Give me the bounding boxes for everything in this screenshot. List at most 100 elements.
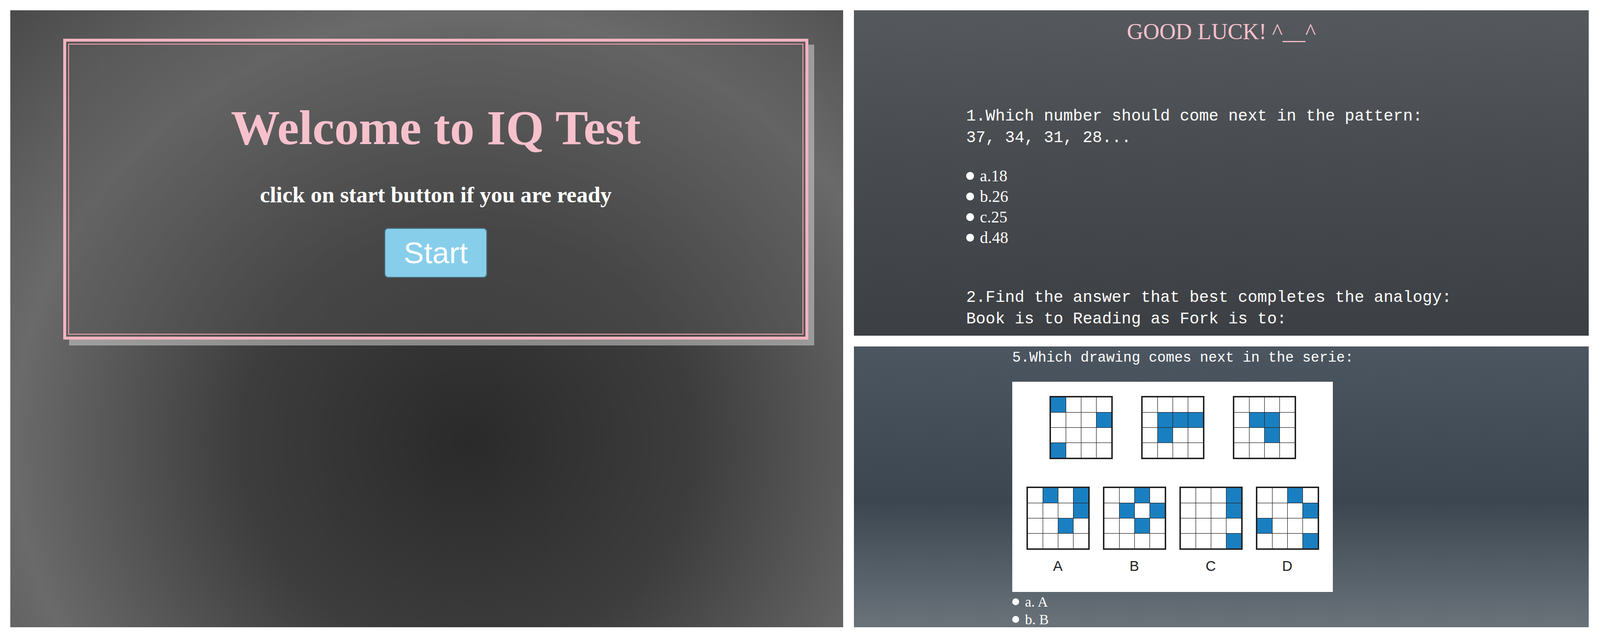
radio-dot-icon bbox=[1012, 616, 1020, 624]
empty-cell bbox=[1196, 503, 1211, 519]
empty-cell bbox=[1157, 443, 1173, 458]
empty-cell bbox=[1081, 443, 1097, 458]
option[interactable]: d.48 bbox=[966, 227, 1589, 249]
filled-cell bbox=[1150, 503, 1165, 519]
option-list: a. Ab. B bbox=[1012, 593, 1589, 628]
empty-cell bbox=[1234, 427, 1250, 443]
empty-cell bbox=[1027, 518, 1043, 534]
welcome-screen: Welcome to IQ Testclick on start button … bbox=[10, 10, 844, 628]
empty-cell bbox=[1043, 503, 1058, 519]
filled-cell bbox=[1173, 412, 1188, 428]
option[interactable]: a.18 bbox=[966, 165, 1589, 187]
welcome-title: Welcome to IQ Test bbox=[230, 99, 641, 156]
empty-cell bbox=[1279, 427, 1295, 443]
choice-label: D bbox=[1282, 557, 1293, 575]
filled-cell bbox=[1073, 503, 1089, 519]
empty-cell bbox=[1058, 488, 1074, 503]
empty-cell bbox=[1257, 503, 1273, 519]
option[interactable]: a. A bbox=[1012, 593, 1589, 611]
quiz-screen-top: GOOD LUCK! ^__^1.Which number should com… bbox=[853, 10, 1589, 336]
empty-cell bbox=[1027, 488, 1043, 503]
welcome-card: Welcome to IQ Testclick on start button … bbox=[63, 38, 809, 340]
question-text: 37, 34, 31, 28... bbox=[966, 127, 1589, 150]
filled-cell bbox=[1188, 412, 1203, 428]
empty-cell bbox=[1180, 533, 1196, 549]
empty-cell bbox=[1050, 427, 1066, 443]
empty-cell bbox=[1104, 518, 1120, 534]
empty-cell bbox=[1272, 503, 1288, 519]
empty-cell bbox=[1081, 427, 1097, 443]
question: 2.Find the answer that best completes th… bbox=[853, 287, 1589, 331]
radio-dot-icon bbox=[966, 233, 975, 242]
empty-cell bbox=[1196, 488, 1211, 503]
empty-cell bbox=[1104, 533, 1120, 549]
filled-cell bbox=[1264, 427, 1280, 443]
empty-cell bbox=[1173, 397, 1188, 413]
empty-cell bbox=[1234, 443, 1250, 458]
empty-cell bbox=[1287, 518, 1303, 534]
question-text: 5.Which drawing comes next in the serie: bbox=[1012, 349, 1589, 368]
empty-cell bbox=[1211, 488, 1226, 503]
choice: B bbox=[1102, 486, 1167, 575]
question-text: 1.Which number should come next in the p… bbox=[966, 105, 1589, 128]
option[interactable]: b. B bbox=[1012, 610, 1589, 628]
filled-cell bbox=[1226, 488, 1242, 503]
empty-cell bbox=[1134, 503, 1150, 519]
empty-cell bbox=[1272, 518, 1288, 534]
series-grid bbox=[1232, 396, 1297, 460]
right-column: GOOD LUCK! ^__^1.Which number should com… bbox=[853, 10, 1589, 629]
empty-cell bbox=[1173, 443, 1188, 458]
empty-cell bbox=[1119, 518, 1135, 534]
empty-cell bbox=[1150, 488, 1165, 503]
empty-cell bbox=[1196, 518, 1211, 534]
series-grid bbox=[1049, 396, 1113, 460]
filled-cell bbox=[1226, 533, 1242, 549]
choice-label: B bbox=[1129, 557, 1139, 575]
empty-cell bbox=[1188, 443, 1203, 458]
filled-cell bbox=[1050, 397, 1066, 413]
filled-cell bbox=[1302, 503, 1318, 519]
filled-cell bbox=[1287, 488, 1303, 503]
empty-cell bbox=[1188, 397, 1203, 413]
filled-cell bbox=[1073, 488, 1089, 503]
empty-cell bbox=[1081, 397, 1097, 413]
choice-grid bbox=[1026, 486, 1090, 550]
choice: A bbox=[1026, 486, 1090, 575]
empty-cell bbox=[1073, 518, 1089, 534]
empty-cell bbox=[1188, 427, 1203, 443]
empty-cell bbox=[1043, 533, 1058, 549]
question-text: 2.Find the answer that best completes th… bbox=[966, 287, 1589, 309]
choice: D bbox=[1255, 486, 1320, 575]
empty-cell bbox=[1142, 427, 1158, 443]
choices-row: A B C D bbox=[1026, 486, 1320, 575]
empty-cell bbox=[1196, 533, 1211, 549]
empty-cell bbox=[1234, 412, 1250, 428]
empty-cell bbox=[1142, 443, 1158, 458]
radio-dot-icon bbox=[966, 192, 975, 201]
question: 1.Which number should come next in the p… bbox=[853, 105, 1589, 249]
choice-label: C bbox=[1205, 557, 1217, 575]
collage: Welcome to IQ Testclick on start button … bbox=[0, 0, 1600, 639]
filled-cell bbox=[1134, 518, 1150, 534]
filled-cell bbox=[1043, 488, 1058, 503]
empty-cell bbox=[1249, 397, 1265, 413]
series-grid bbox=[1141, 396, 1205, 460]
start-button[interactable]: Start bbox=[384, 227, 488, 278]
empty-cell bbox=[1150, 533, 1165, 549]
empty-cell bbox=[1180, 518, 1196, 534]
empty-cell bbox=[1058, 503, 1074, 519]
filled-cell bbox=[1050, 443, 1066, 458]
filled-cell bbox=[1157, 427, 1173, 443]
empty-cell bbox=[1257, 488, 1273, 503]
option[interactable]: b.26 bbox=[966, 186, 1589, 207]
choice: C bbox=[1179, 486, 1243, 575]
empty-cell bbox=[1279, 412, 1295, 428]
filled-cell bbox=[1257, 518, 1273, 534]
filled-cell bbox=[1134, 488, 1150, 503]
empty-cell bbox=[1119, 533, 1135, 549]
empty-cell bbox=[1234, 397, 1250, 413]
empty-cell bbox=[1173, 427, 1188, 443]
empty-cell bbox=[1211, 503, 1226, 519]
filled-cell bbox=[1226, 503, 1242, 519]
option[interactable]: c.25 bbox=[966, 206, 1589, 228]
